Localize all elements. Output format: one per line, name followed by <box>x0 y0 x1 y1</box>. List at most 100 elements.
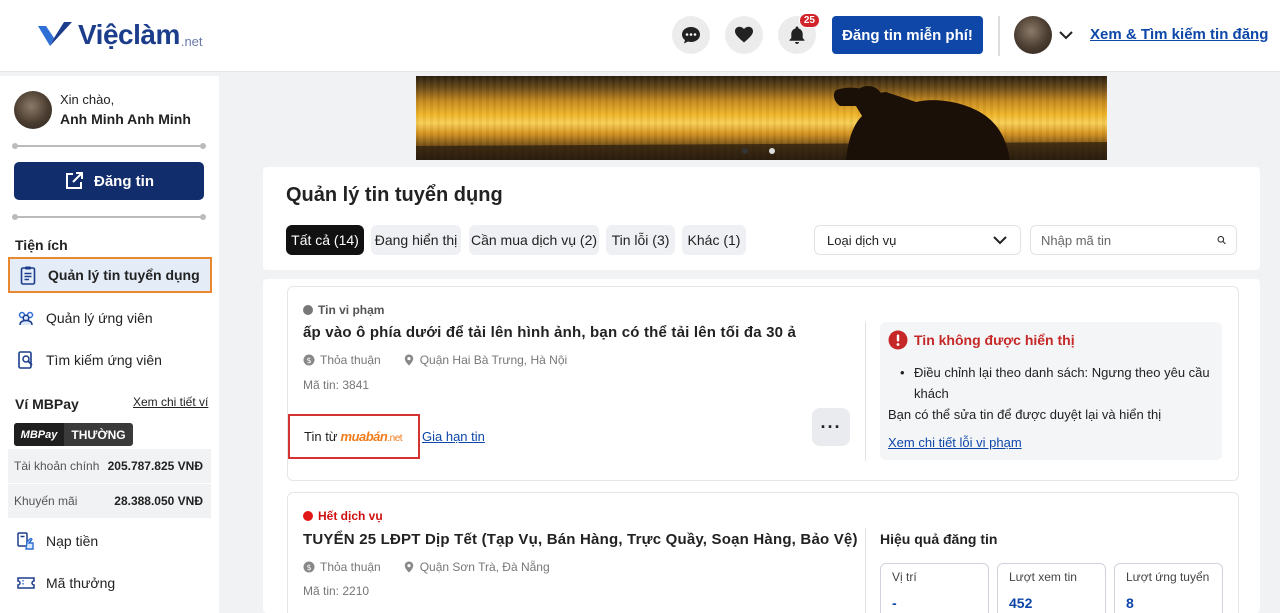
source-prefix: Tin từ <box>304 429 338 444</box>
user-avatar[interactable] <box>1014 16 1052 54</box>
tab-needs-service[interactable]: Cần mua dịch vụ (2) <box>469 225 599 255</box>
utilities-title: Tiện ích <box>15 237 68 253</box>
vertical-divider <box>865 528 866 613</box>
chevron-down-icon <box>993 236 1007 245</box>
sidebar-item-label: Tìm kiếm ứng viên <box>46 352 162 368</box>
sidebar-item-search-candidates[interactable]: Tìm kiếm ứng viên <box>8 342 212 378</box>
status-label: Tin vi phạm <box>318 303 385 317</box>
tab-error[interactable]: Tin lỗi (3) <box>606 225 675 255</box>
muaban-logo: muabán.net <box>340 429 403 444</box>
tab-all[interactable]: Tất cả (14) <box>286 225 364 255</box>
logo-text: Việclàm <box>78 19 180 50</box>
svg-text:$: $ <box>306 356 311 365</box>
stat-label: Vị trí <box>892 570 917 584</box>
post-free-button[interactable]: Đăng tin miễn phí! <box>832 16 983 54</box>
messages-button[interactable] <box>672 16 710 54</box>
salary-icon: $ <box>303 561 315 573</box>
stat-applications: Lượt ứng tuyển 8 <box>1114 563 1223 613</box>
external-edit-icon <box>66 172 83 189</box>
chat-icon <box>682 27 700 44</box>
violation-details-link[interactable]: Xem chi tiết lỗi vi phạm <box>888 435 1022 450</box>
status-badge: Tin vi phạm <box>303 303 384 317</box>
sidebar-item-label: Quản lý tin tuyển dụng <box>48 267 200 283</box>
carousel-dot[interactable] <box>742 148 748 154</box>
location-pin-icon <box>404 561 413 573</box>
balance-label: Tài khoản chính <box>14 459 100 473</box>
more-options-button[interactable]: ··· <box>812 408 850 446</box>
renew-listing-link[interactable]: Gia hạn tin <box>422 429 485 444</box>
stat-views: Lượt xem tin 452 <box>997 563 1106 613</box>
heart-icon <box>735 26 753 43</box>
site-logo[interactable]: Việclàm .net <box>36 18 203 52</box>
vertical-divider <box>865 322 866 461</box>
stat-value: 452 <box>1009 595 1033 611</box>
sidebar-item-manage-listings[interactable]: Quản lý tin tuyển dụng <box>8 257 212 293</box>
page-title: Quản lý tin tuyển dụng <box>286 184 503 206</box>
stat-label: Lượt ứng tuyển <box>1126 570 1210 584</box>
promo-balance-row: Khuyến mãi 28.388.050 VNĐ <box>8 484 211 518</box>
header-divider <box>998 16 1000 56</box>
balance-value: 28.388.050 VNĐ <box>114 494 203 508</box>
balance-value: 205.787.825 VNĐ <box>107 459 203 473</box>
sidebar-item-manage-candidates[interactable]: Quản lý ứng viên <box>8 300 212 336</box>
location-pin-icon <box>404 354 413 366</box>
listing-title[interactable]: TUYỂN 25 LĐPT Dịp Tết (Tạp Vụ, Bán Hàng,… <box>303 531 858 548</box>
sidebar-post-label: Đăng tin <box>94 172 154 190</box>
sidebar-avatar <box>14 91 52 129</box>
stat-label: Lượt xem tin <box>1009 570 1077 584</box>
stat-value: - <box>892 595 897 611</box>
location-text: Quận Sơn Trà, Đà Nẵng <box>419 560 550 574</box>
salary-text: Thỏa thuận <box>320 353 381 367</box>
listing-code: Mã tin: 3841 <box>303 378 370 392</box>
topup-icon <box>17 532 34 550</box>
search-candidate-icon <box>18 351 33 369</box>
sidebar-divider <box>12 143 206 149</box>
listing-title[interactable]: ấp vào ô phía dưới để tải lên hình ảnh, … <box>303 324 796 341</box>
listing-code-input[interactable] <box>1041 232 1217 248</box>
clipboard-icon <box>20 266 36 285</box>
tab-other[interactable]: Khác (1) <box>682 225 746 255</box>
listing-code-search[interactable] <box>1030 225 1237 255</box>
listing-source-box: Tin từ muabán.net <box>288 414 420 459</box>
status-badge: Hết dịch vụ <box>303 509 383 523</box>
sidebar-item-topup[interactable]: Nạp tiền <box>8 523 212 559</box>
promo-banner[interactable] <box>416 76 1107 160</box>
top-header: Việclàm .net 25 Đăng tin miễn phí! Xem &… <box>0 0 1280 72</box>
sidebar: Xin chào, Anh Minh Anh Minh Đăng tin Tiệ… <box>0 76 219 613</box>
listing-meta: $ Thỏa thuận Quận Hai Bà Trưng, Hà Nội <box>303 353 567 367</box>
notifications-button[interactable]: 25 <box>778 13 820 54</box>
chevron-down-icon[interactable] <box>1058 27 1074 43</box>
banner-photographer-image <box>416 86 1107 160</box>
bell-icon <box>789 26 805 44</box>
alert-title-text: Tin không được hiển thị <box>914 332 1075 348</box>
search-icon[interactable] <box>1217 232 1226 248</box>
sidebar-divider <box>12 214 206 220</box>
sidebar-post-button[interactable]: Đăng tin <box>14 162 204 200</box>
sidebar-item-label: Mã thưởng <box>46 575 116 591</box>
sidebar-item-label: Quản lý ứng viên <box>46 310 153 326</box>
error-icon <box>888 330 908 350</box>
service-type-select[interactable]: Loại dịch vụ <box>814 225 1021 255</box>
users-icon <box>18 311 34 326</box>
listing-code: Mã tin: 2210 <box>303 584 370 598</box>
sidebar-item-voucher[interactable]: Mã thưởng <box>8 565 212 601</box>
stat-value: 8 <box>1126 595 1134 611</box>
tab-visible[interactable]: Đang hiển thị <box>371 225 461 255</box>
status-dot <box>303 511 313 521</box>
location-text: Quận Hai Bà Trưng, Hà Nội <box>419 353 568 367</box>
favorites-button[interactable] <box>725 16 763 54</box>
wallet-details-link[interactable]: Xem chi tiết ví <box>133 395 208 409</box>
mbpay-logo: MBPay <box>14 423 64 446</box>
view-search-listings-link[interactable]: Xem & Tìm kiếm tin đăng <box>1090 26 1268 43</box>
stat-position: Vị trí - <box>880 563 989 613</box>
wallet-title: Ví MBPay <box>15 396 79 412</box>
sidebar-item-label: Nạp tiền <box>46 533 99 549</box>
logo-suffix: .net <box>180 33 203 49</box>
alert-reason: Điều chỉnh lại theo danh sách: Ngưng the… <box>898 362 1218 404</box>
listing-meta: $ Thỏa thuận Quận Sơn Trà, Đà Nẵng <box>303 560 550 574</box>
carousel-dot[interactable] <box>769 148 775 154</box>
svg-text:$: $ <box>306 563 311 572</box>
salary-icon: $ <box>303 354 315 366</box>
performance-title: Hiệu quả đăng tin <box>880 531 998 547</box>
violation-alert: Tin không được hiển thị Điều chỉnh lại t… <box>880 322 1222 460</box>
